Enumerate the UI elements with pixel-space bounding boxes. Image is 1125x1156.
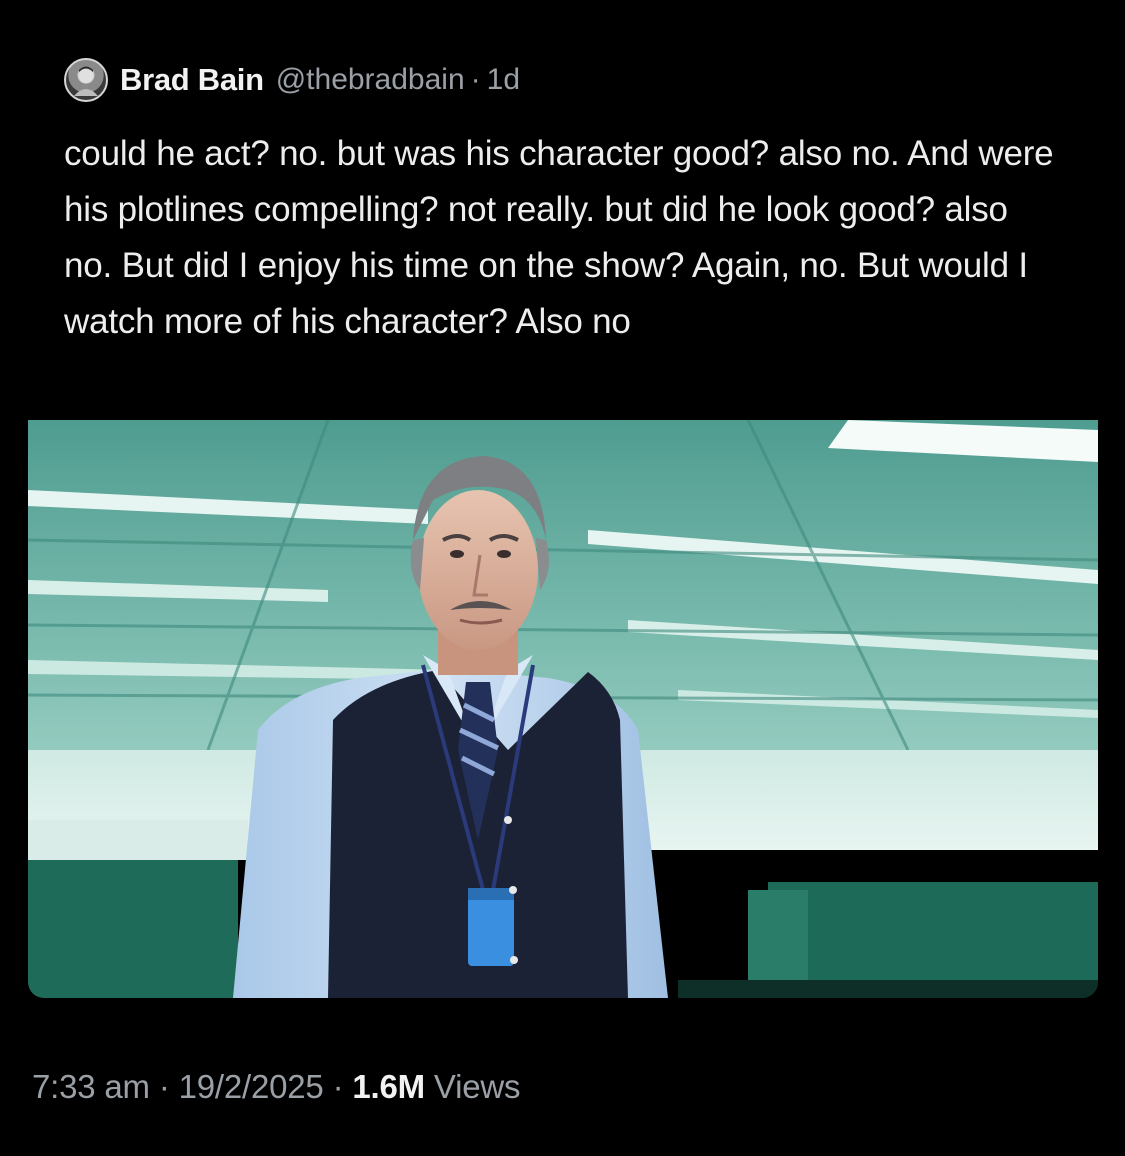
office-scene-image	[28, 420, 1098, 998]
header-separator: ·	[470, 63, 481, 96]
meta-separator: ·	[332, 1068, 344, 1105]
views-count[interactable]: 1.6M	[352, 1068, 425, 1105]
avatar[interactable]	[64, 58, 108, 102]
tweet-text: could he act? no. but was his character …	[64, 134, 1054, 341]
tweet-header: Brad Bain @thebradbain · 1d	[64, 56, 520, 104]
tweet-time[interactable]: 7:33 am	[32, 1068, 150, 1105]
tweet-card[interactable]: Brad Bain @thebradbain · 1d could he act…	[28, 22, 1098, 1012]
tweet-age[interactable]: 1d	[487, 63, 520, 97]
views-label: Views	[433, 1068, 521, 1105]
profile-photo-icon	[74, 66, 98, 96]
tweet-meta: 7:33 am · 19/2/2025 · 1.6M Views	[32, 1068, 521, 1106]
tweet-photo[interactable]	[28, 420, 1098, 998]
author-name[interactable]: Brad Bain	[120, 62, 264, 98]
tweet-date[interactable]: 19/2/2025	[179, 1068, 324, 1105]
author-handle[interactable]: @thebradbain	[276, 63, 465, 97]
meta-separator: ·	[158, 1068, 170, 1105]
